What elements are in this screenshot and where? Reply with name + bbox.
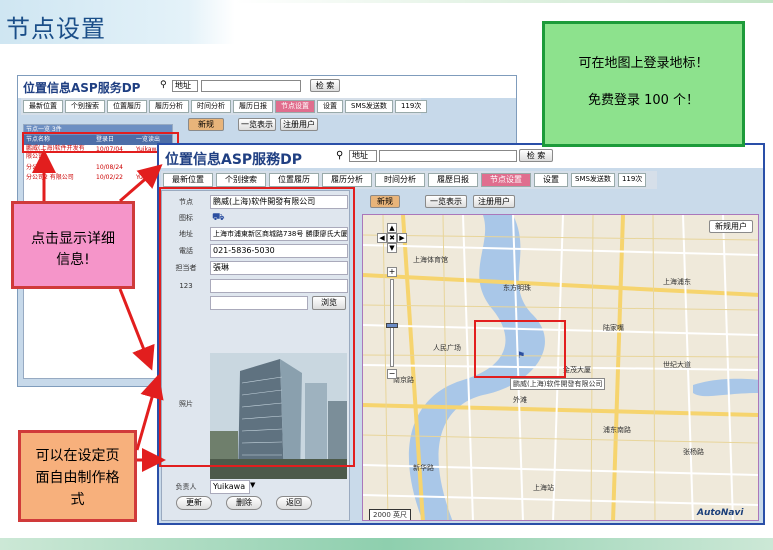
tab-history-analysis[interactable]: 履历分析 (322, 173, 372, 187)
sms-label: SMS发送数 (571, 173, 615, 187)
map-highlight-box (474, 320, 566, 378)
front-search-input[interactable] (379, 150, 517, 162)
callout-text: 信息! (56, 252, 90, 268)
map-new-user-button[interactable]: 新规用户 (709, 220, 753, 233)
map-brand: AutoNavi (697, 508, 744, 518)
callout-free-format: 可以在设定页 面自由制作格 式 (18, 430, 137, 522)
back-tab[interactable]: 履历日报 (233, 100, 273, 113)
map-place-label: 张杨路 (683, 448, 704, 456)
owner-select[interactable]: Yuikawa (210, 480, 250, 494)
back-button[interactable]: 返回 (276, 496, 312, 510)
search-icon: ⚲ (336, 150, 344, 161)
tab-individual-search[interactable]: 个别搜索 (216, 173, 266, 187)
back-tab-active[interactable]: 节点设置 (275, 100, 315, 113)
tab-position-history[interactable]: 位置履历 (269, 173, 319, 187)
callout-text: 面自由制作格 (35, 470, 120, 486)
map-zoom-control[interactable]: ▲ ◀ ✖ ▶ ▼ + − (377, 223, 407, 383)
front-screenshot: 位置信息ASP服務DP ⚲ 地址 检 索 最新位置 个别搜索 位置履历 履历分析… (157, 143, 765, 525)
callout-text: 可在地图上登录地标！ (578, 56, 709, 71)
delete-button[interactable]: 删除 (226, 496, 262, 510)
owner-label: 负责人 (175, 483, 197, 491)
callout-text: 点击显示详细 (31, 231, 115, 247)
map-scale: 2000 英尺 (369, 509, 412, 520)
tab-settings[interactable]: 设置 (534, 173, 568, 187)
pan-center-icon[interactable]: ✖ (387, 233, 397, 243)
callout-text: 式 (70, 492, 85, 508)
landmark-label: 鹏威(上海)软件開發有限公司 (510, 378, 606, 390)
detail-form-highlight (159, 187, 355, 467)
callout-click-details: 点击显示详细 信息! (11, 201, 135, 289)
map-place-label: 金茂大厦 (563, 366, 591, 374)
back-new-button[interactable]: 新规 (188, 118, 224, 131)
register-user-button[interactable]: 注册用户 (473, 195, 515, 208)
chevron-down-icon[interactable]: ▼ (250, 481, 255, 489)
pan-left-icon[interactable]: ◀ (377, 233, 387, 243)
new-button[interactable]: 新规 (370, 195, 400, 208)
back-tab[interactable]: 位置履历 (107, 100, 147, 113)
tab-node-settings[interactable]: 节点设置 (481, 173, 531, 187)
list-view-button[interactable]: 一览表示 (425, 195, 467, 208)
front-search-select[interactable]: 地址 (349, 150, 377, 162)
map-place-label: 外滩 (513, 396, 527, 404)
list-item[interactable]: 分公司2 有限公司 10/02/22 Yuikawa (24, 173, 172, 183)
zoom-out-icon[interactable]: − (387, 369, 397, 379)
pan-right-icon[interactable]: ▶ (397, 233, 407, 243)
pan-up-icon[interactable]: ▲ (387, 223, 397, 233)
back-tab[interactable]: 最新位置 (23, 100, 63, 113)
map-place-label: 上海站 (533, 484, 554, 492)
callout-text: 可以在设定页 (35, 448, 120, 464)
front-app-header: 位置信息ASP服務DP ⚲ 地址 检 索 (159, 145, 763, 168)
back-search-button[interactable]: 检 索 (310, 79, 340, 92)
back-tab[interactable]: 履历分析 (149, 100, 189, 113)
map-place-label: 浦东南路 (603, 426, 631, 434)
back-sms-label: SMS发送数 (345, 100, 393, 113)
back-search-input[interactable] (201, 80, 301, 92)
map-place-label: 人民广场 (433, 344, 461, 352)
zoom-in-icon[interactable]: + (387, 267, 397, 277)
pan-down-icon[interactable]: ▼ (387, 243, 397, 253)
search-icon: ⚲ (160, 80, 167, 90)
sms-count: 119次 (617, 173, 647, 187)
map-place-label: 世纪大道 (663, 361, 691, 369)
map[interactable]: 上海体育馆 上海浦东 东方明珠 人民广场 陆家嘴 世纪大道 南京路 外滩 浦东南… (362, 214, 759, 521)
back-sms-count: 119次 (394, 100, 428, 113)
back-list-button[interactable]: 一览表示 (238, 118, 276, 131)
list-item[interactable]: 分公司 10/08/24 (24, 163, 172, 173)
tab-time-analysis[interactable]: 时间分析 (375, 173, 425, 187)
top-divider (235, 0, 773, 3)
tab-history-daily[interactable]: 履歷日报 (428, 173, 478, 187)
page-title: 节点设置 (6, 15, 106, 43)
back-row-highlight (22, 132, 179, 153)
back-app-logo: 位置信息ASP服务DP (23, 81, 141, 95)
landmark-marker-icon[interactable]: ⚑ (517, 351, 525, 361)
callout-text: 免费登录 100 个！ (587, 93, 700, 108)
zoom-slider-handle[interactable] (386, 323, 398, 328)
map-place-label: 上海体育馆 (413, 256, 448, 264)
map-place-label: 陆家嘴 (603, 324, 624, 332)
front-search-button[interactable]: 检 索 (519, 149, 553, 162)
front-app-logo: 位置信息ASP服務DP (165, 152, 303, 168)
map-place-label: 上海浦东 (663, 278, 691, 286)
map-place-label: 东方明珠 (503, 284, 531, 292)
back-register-button[interactable]: 注册用户 (280, 118, 318, 131)
back-tab[interactable]: 时间分析 (191, 100, 231, 113)
back-tabbar: 最新位置 个别搜索 位置履历 履历分析 时间分析 履历日报 节点设置 设置 SM… (21, 98, 428, 115)
back-tab[interactable]: 设置 (317, 100, 343, 113)
callout-landmark-registration: 可在地图上登录地标！ 免费登录 100 个！ (542, 21, 745, 147)
tab-latest-position[interactable]: 最新位置 (163, 173, 213, 187)
back-tab[interactable]: 个别搜索 (65, 100, 105, 113)
update-button[interactable]: 更新 (176, 496, 212, 510)
back-search-select[interactable]: 地址 (172, 80, 198, 92)
bottom-decor-bar (0, 538, 773, 550)
map-place-label: 新华路 (413, 464, 434, 472)
back-app-header: 位置信息ASP服务DP ⚲ 地址 检 索 (18, 76, 516, 98)
